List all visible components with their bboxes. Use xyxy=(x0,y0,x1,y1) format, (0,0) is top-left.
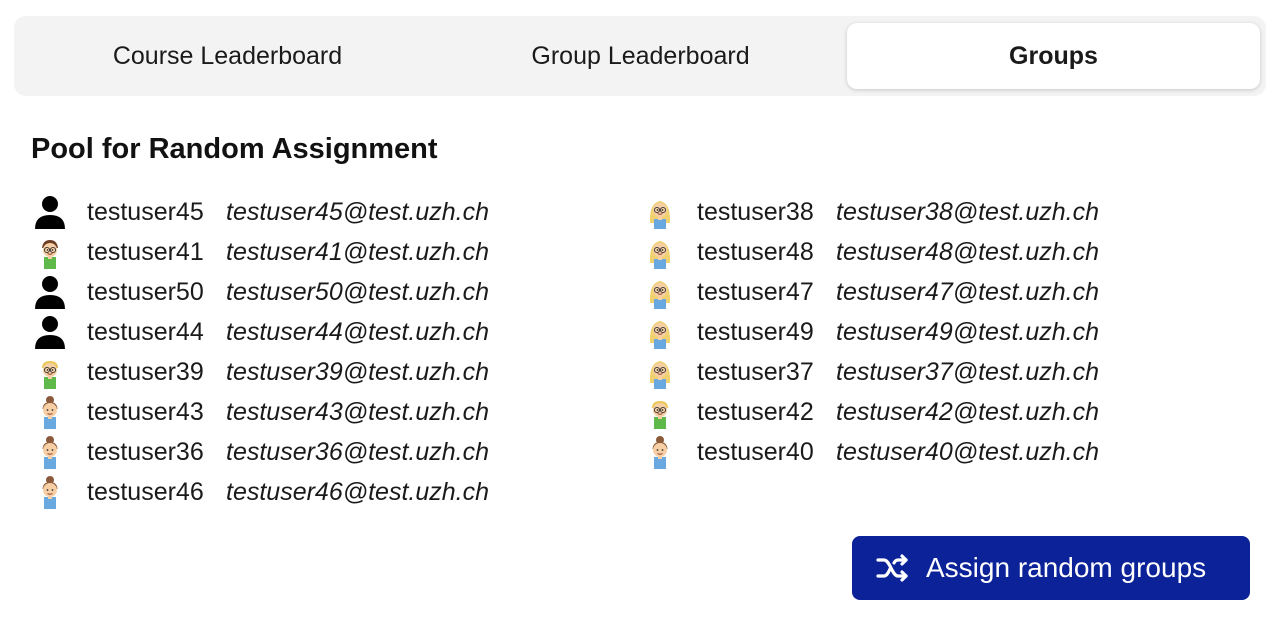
participant-email: testuser37@test.uzh.ch xyxy=(836,357,1100,386)
tab-group-leaderboard[interactable]: Group Leaderboard xyxy=(434,23,847,89)
participant-row: testuser48 testuser48@test.uzh.ch xyxy=(641,232,1099,272)
participant-email: testuser45@test.uzh.ch xyxy=(226,197,490,226)
participant-email: testuser38@test.uzh.ch xyxy=(836,197,1100,226)
participant-email: testuser46@test.uzh.ch xyxy=(226,477,490,506)
participant-row: testuser41 testuser41@test.uzh.ch xyxy=(31,232,489,272)
avatar-blond-glasses-icon xyxy=(31,354,69,390)
participant-username: testuser41 xyxy=(87,237,204,266)
participant-email: testuser40@test.uzh.ch xyxy=(836,437,1100,466)
tab-bar: Course Leaderboard Group Leaderboard Gro… xyxy=(14,16,1266,96)
participant-username: testuser46 xyxy=(87,477,204,506)
participant-username: testuser40 xyxy=(697,437,814,466)
pool-heading: Pool for Random Assignment xyxy=(31,133,438,165)
participant-row: testuser45 testuser45@test.uzh.ch xyxy=(31,192,489,232)
participant-email: testuser47@test.uzh.ch xyxy=(836,277,1100,306)
person-icon xyxy=(31,314,69,350)
participant-row: testuser43 testuser43@test.uzh.ch xyxy=(31,392,489,432)
participant-username: testuser49 xyxy=(697,317,814,346)
participant-username: testuser39 xyxy=(87,357,204,386)
participant-username: testuser45 xyxy=(87,197,204,226)
participant-username: testuser36 xyxy=(87,437,204,466)
participant-row: testuser40 testuser40@test.uzh.ch xyxy=(641,432,1099,472)
participant-username: testuser37 xyxy=(697,357,814,386)
avatar-blonde-long-icon xyxy=(641,314,679,350)
assign-random-groups-button[interactable]: Assign random groups xyxy=(852,536,1250,600)
avatar-blonde-long-icon xyxy=(641,274,679,310)
participant-row: testuser37 testuser37@test.uzh.ch xyxy=(641,352,1099,392)
participant-email: testuser36@test.uzh.ch xyxy=(226,437,490,466)
participant-row: testuser47 testuser47@test.uzh.ch xyxy=(641,272,1099,312)
participant-username: testuser47 xyxy=(697,277,814,306)
avatar-boy-glasses-icon xyxy=(31,234,69,270)
avatar-blonde-long-icon xyxy=(641,194,679,230)
participant-row: testuser39 testuser39@test.uzh.ch xyxy=(31,352,489,392)
participant-row: testuser42 testuser42@test.uzh.ch xyxy=(641,392,1099,432)
participant-row: testuser36 testuser36@test.uzh.ch xyxy=(31,432,489,472)
participant-username: testuser50 xyxy=(87,277,204,306)
avatar-bun-icon xyxy=(31,394,69,430)
avatar-blonde-long-icon xyxy=(641,234,679,270)
participant-username: testuser48 xyxy=(697,237,814,266)
participant-email: testuser44@test.uzh.ch xyxy=(226,317,490,346)
participant-username: testuser38 xyxy=(697,197,814,226)
participant-row: testuser50 testuser50@test.uzh.ch xyxy=(31,272,489,312)
participant-email: testuser43@test.uzh.ch xyxy=(226,397,490,426)
tab-course-leaderboard[interactable]: Course Leaderboard xyxy=(21,23,434,89)
participant-email: testuser50@test.uzh.ch xyxy=(226,277,490,306)
pool-list-left: testuser45 testuser45@test.uzh.ch testuse… xyxy=(31,192,489,512)
avatar-bun-icon xyxy=(31,474,69,510)
person-icon xyxy=(31,274,69,310)
person-icon xyxy=(31,194,69,230)
avatar-blond-glasses-icon xyxy=(641,394,679,430)
participant-username: testuser44 xyxy=(87,317,204,346)
participant-row: testuser44 testuser44@test.uzh.ch xyxy=(31,312,489,352)
participant-row: testuser49 testuser49@test.uzh.ch xyxy=(641,312,1099,352)
participant-email: testuser39@test.uzh.ch xyxy=(226,357,490,386)
avatar-bun-icon xyxy=(641,434,679,470)
participant-email: testuser49@test.uzh.ch xyxy=(836,317,1100,346)
participant-email: testuser41@test.uzh.ch xyxy=(226,237,490,266)
participant-username: testuser43 xyxy=(87,397,204,426)
avatar-bun-icon xyxy=(31,434,69,470)
shuffle-icon xyxy=(876,552,910,591)
participant-email: testuser42@test.uzh.ch xyxy=(836,397,1100,426)
participant-username: testuser42 xyxy=(697,397,814,426)
avatar-blonde-long-icon xyxy=(641,354,679,390)
pool-list-right: testuser38 testuser38@test.uzh.ch testuse… xyxy=(641,192,1099,472)
participant-row: testuser38 testuser38@test.uzh.ch xyxy=(641,192,1099,232)
participant-email: testuser48@test.uzh.ch xyxy=(836,237,1100,266)
assign-button-label: Assign random groups xyxy=(926,552,1207,583)
tab-groups[interactable]: Groups xyxy=(847,23,1260,89)
participant-row: testuser46 testuser46@test.uzh.ch xyxy=(31,472,489,512)
